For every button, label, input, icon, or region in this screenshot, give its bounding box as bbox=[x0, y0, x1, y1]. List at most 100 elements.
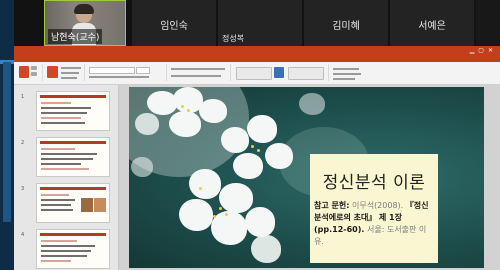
current-slide[interactable]: 정신분석 이론 참고 문헌: 이무석(2008). 『정신분석에로의 초대』 제… bbox=[129, 87, 484, 268]
stamen bbox=[225, 213, 228, 216]
thumb-photo bbox=[94, 198, 106, 212]
petal bbox=[131, 157, 153, 177]
font-name-select[interactable] bbox=[89, 67, 135, 74]
list-buttons[interactable] bbox=[171, 68, 225, 70]
font-size-select[interactable] bbox=[136, 67, 150, 74]
thumb-line bbox=[41, 163, 81, 165]
arrange-icon[interactable] bbox=[274, 67, 284, 78]
stamen bbox=[251, 145, 254, 148]
thumb-line bbox=[41, 102, 71, 104]
paragraph-group bbox=[168, 64, 231, 81]
petal bbox=[179, 199, 213, 231]
slide-number: 1 bbox=[21, 94, 25, 100]
participant-name: 남현숙(교수) bbox=[48, 29, 103, 44]
taskbar-panel bbox=[3, 62, 11, 222]
slide-number: 4 bbox=[21, 232, 25, 238]
thumb-line bbox=[41, 117, 81, 119]
drawing-group bbox=[232, 64, 329, 81]
slides-group bbox=[44, 64, 85, 81]
thumb-photo bbox=[81, 198, 93, 212]
window-controls[interactable]: ▁▢✕ bbox=[470, 47, 497, 54]
participant-name: 서예은 bbox=[418, 21, 446, 32]
thumb-line bbox=[41, 112, 87, 114]
participant-name: 김미혜 bbox=[332, 21, 360, 32]
reset-button[interactable] bbox=[61, 72, 79, 74]
petal bbox=[199, 99, 227, 123]
thumb-line bbox=[41, 107, 91, 109]
quick-access-toolbar[interactable] bbox=[18, 48, 48, 63]
copy-icon[interactable] bbox=[31, 72, 37, 76]
slide-title: 정신분석 이론 bbox=[322, 173, 426, 193]
petal bbox=[233, 153, 263, 179]
thumb-line bbox=[41, 240, 77, 242]
cut-icon[interactable] bbox=[31, 66, 37, 70]
select-button[interactable] bbox=[333, 78, 355, 80]
thumb-line bbox=[41, 250, 91, 252]
petal bbox=[147, 91, 177, 115]
title-bar: ▁▢✕ bbox=[14, 46, 500, 63]
reference-label: 참고 문헌: bbox=[314, 201, 350, 210]
thumb-title bbox=[40, 141, 106, 144]
font-format-buttons[interactable] bbox=[89, 76, 149, 78]
slide-thumbnail[interactable]: 3 bbox=[21, 183, 110, 223]
stamen bbox=[219, 207, 222, 210]
thumb-line bbox=[41, 255, 87, 257]
stamen bbox=[213, 215, 216, 218]
find-button[interactable] bbox=[333, 68, 359, 70]
thumb-line bbox=[41, 148, 75, 150]
petal bbox=[265, 143, 293, 169]
layout-button[interactable] bbox=[61, 67, 81, 69]
petal bbox=[245, 207, 275, 237]
petal bbox=[219, 183, 253, 213]
quick-styles-gallery[interactable] bbox=[288, 67, 324, 80]
petal bbox=[189, 169, 221, 199]
participant-tile-overflow[interactable] bbox=[476, 0, 500, 46]
slide-thumbnail[interactable]: 2 bbox=[21, 137, 110, 177]
stamen bbox=[187, 109, 190, 112]
section-button[interactable] bbox=[61, 77, 77, 79]
slide-number: 3 bbox=[21, 186, 25, 192]
clipboard-group bbox=[16, 64, 43, 81]
slide-editing-area[interactable]: 정신분석 이론 참고 문헌: 이무석(2008). 『정신분석에로의 초대』 제… bbox=[119, 85, 500, 270]
participant-tile-video[interactable]: 남현숙(교수) bbox=[44, 0, 126, 46]
new-slide-icon[interactable] bbox=[47, 66, 58, 78]
petal bbox=[221, 127, 249, 153]
participant-tile[interactable]: 임인숙 bbox=[132, 0, 216, 46]
thumb-line bbox=[41, 168, 89, 170]
thumb-line bbox=[41, 245, 95, 247]
reference-author: 이무석(2008). bbox=[351, 201, 404, 210]
petal bbox=[251, 235, 281, 263]
stamen bbox=[181, 105, 184, 108]
petal bbox=[247, 115, 277, 143]
stamen bbox=[199, 187, 202, 190]
participant-tile[interactable]: 김미혜 bbox=[304, 0, 388, 46]
thumb-line bbox=[41, 153, 97, 155]
thumb-line bbox=[41, 209, 73, 211]
stamen bbox=[257, 149, 260, 152]
slide-thumbnails-pane[interactable]: 1 2 3 4 bbox=[14, 85, 119, 270]
petal bbox=[299, 93, 325, 115]
petal bbox=[169, 111, 201, 137]
slide-text-box[interactable]: 정신분석 이론 참고 문헌: 이무석(2008). 『정신분석에로의 초대』 제… bbox=[310, 154, 438, 263]
powerpoint-window: ▁▢✕ 파일 홈 삽입 디자인 전환 애니메이션 슬라이드 쇼 검토 보기 bbox=[14, 46, 500, 270]
reference-text: 참고 문헌: 이무석(2008). 『정신분석에로의 초대』 제 1장(pp.1… bbox=[314, 200, 434, 248]
thumb-title bbox=[40, 95, 106, 98]
participant-name: 정성복 bbox=[222, 34, 245, 43]
slide-number: 2 bbox=[21, 140, 25, 146]
slide-thumbnail[interactable]: 1 bbox=[21, 91, 110, 131]
font-group bbox=[86, 64, 167, 81]
shapes-gallery[interactable] bbox=[236, 67, 272, 80]
ribbon-tabs: 파일 홈 삽입 디자인 전환 애니메이션 슬라이드 쇼 검토 보기 bbox=[14, 55, 500, 73]
align-buttons[interactable] bbox=[171, 75, 221, 77]
participant-tile[interactable]: 서예은 bbox=[390, 0, 474, 46]
participant-tile[interactable]: 정성복 bbox=[218, 0, 302, 46]
ribbon bbox=[14, 62, 500, 85]
editing-group bbox=[330, 64, 370, 81]
taskbar-edge bbox=[0, 0, 14, 270]
replace-button[interactable] bbox=[333, 73, 361, 75]
thumb-line bbox=[41, 158, 93, 160]
thumb-title bbox=[40, 233, 106, 236]
thumb-line bbox=[41, 122, 85, 124]
slide-thumbnail[interactable]: 4 bbox=[21, 229, 110, 269]
paste-icon[interactable] bbox=[19, 66, 29, 78]
